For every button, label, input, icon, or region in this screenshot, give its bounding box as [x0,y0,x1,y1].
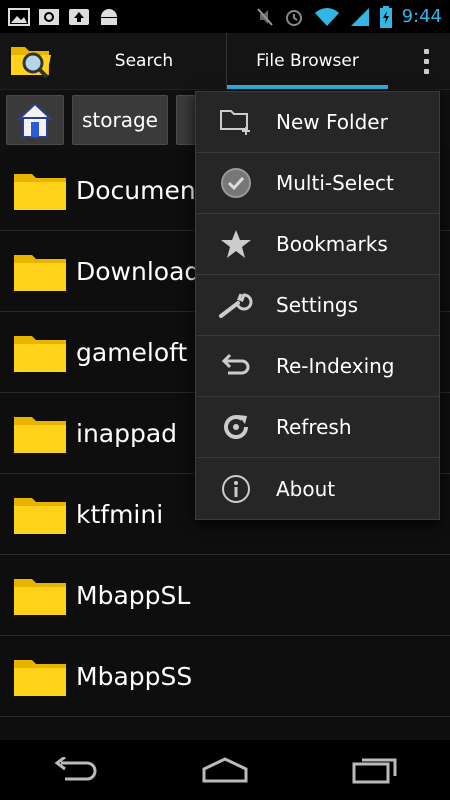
action-bar: Search File Browser [0,33,450,90]
folder-icon [14,579,66,615]
file-name: inappad [76,418,178,448]
recent-apps-icon [352,758,397,784]
menu-label: Settings [276,293,359,317]
navigation-bar [0,740,450,800]
home-nav-icon [202,757,248,783]
check-icon [221,168,251,198]
menu-item-re-indexing[interactable]: Re-Indexing [196,336,439,397]
upload-icon [69,8,89,25]
status-bar: 9:44 [0,0,450,33]
menu-label: Refresh [276,415,352,439]
folder-search-icon [11,47,51,79]
overflow-dot [423,58,429,64]
home-icon [16,102,54,138]
file-name: gameloft [76,337,188,367]
menu-item-bookmarks[interactable]: Bookmarks [196,214,439,275]
file-name: Download [76,256,201,286]
mute-icon [256,7,273,26]
folder-icon [14,255,66,291]
breadcrumb-storage[interactable]: storage [72,95,168,145]
refresh-icon [224,415,248,439]
battery-icon [379,5,392,28]
overflow-dot [423,48,429,54]
menu-item-settings[interactable]: Settings [196,275,439,336]
overflow-dot [423,68,429,74]
menu-label: About [276,476,336,501]
status-time: 9:44 [401,6,442,27]
menu-item-refresh[interactable]: Refresh [196,397,439,458]
tab-search[interactable]: Search [62,33,226,89]
file-name: MbappSL [76,580,191,610]
menu-label: Multi-Select [276,171,394,195]
home-nav-button[interactable] [180,740,270,800]
wrench-icon [219,293,253,318]
home-button[interactable] [6,95,64,145]
menu-label: Bookmarks [276,232,388,256]
signal-icon [350,7,369,26]
list-item[interactable]: MbappSL [0,555,450,636]
star-icon [221,230,251,258]
wifi-icon [314,7,339,26]
menu-item-multi-select[interactable]: Multi-Select [196,153,439,214]
android-icon [101,8,117,25]
menu-item-new-folder[interactable]: New Folder [196,92,439,153]
folder-icon [14,336,66,372]
new-folder-icon [220,110,250,135]
alarm-icon [285,9,302,26]
folder-icon [14,660,66,696]
menu-label: New Folder [276,110,388,134]
picture-icon [8,7,30,26]
recent-apps-button[interactable] [330,740,420,800]
menu-item-about[interactable]: About [196,458,439,519]
tab-file-browser[interactable]: File Browser [226,33,388,89]
undo-icon [221,353,250,375]
back-button[interactable] [30,740,120,800]
app-logo[interactable] [0,33,62,89]
back-icon [54,757,97,781]
file-name: ktfmini [76,499,164,529]
overflow-menu: New Folder Multi-Select Bookmarks Settin… [195,91,440,520]
image-search-icon [39,8,59,25]
overflow-menu-button[interactable] [402,33,450,89]
folder-icon [14,174,66,210]
info-icon [222,474,250,503]
menu-label: Re-Indexing [276,354,395,378]
folder-icon [14,417,66,453]
file-name: MbappSS [76,661,193,691]
notification-icons [8,7,120,27]
list-item[interactable]: MbappSS [0,636,450,717]
folder-icon [14,498,66,534]
breadcrumb-next[interactable] [176,95,196,145]
